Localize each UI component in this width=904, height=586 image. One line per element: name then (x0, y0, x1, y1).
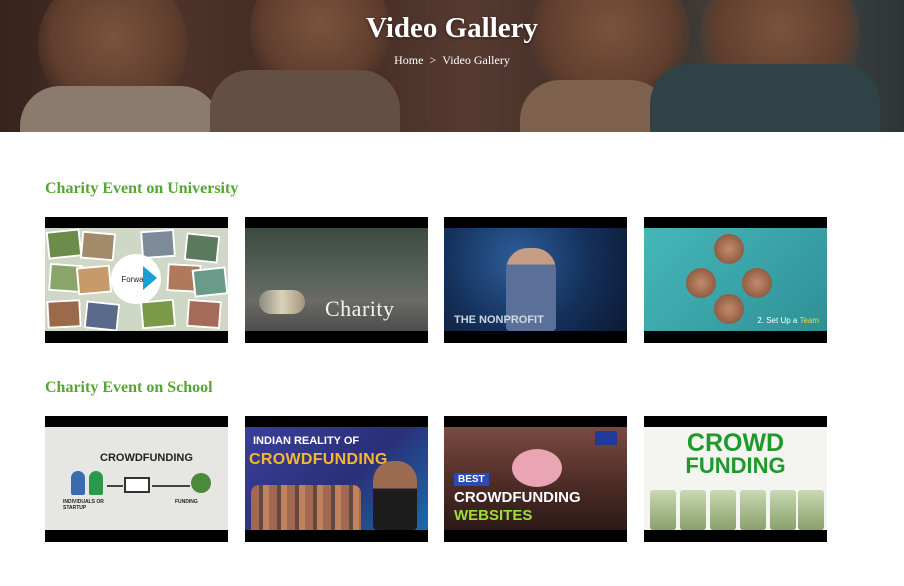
breadcrumb-current: Video Gallery (442, 53, 510, 67)
video-overlay-text: CROWDFUNDING (100, 452, 193, 464)
video-thumbnail[interactable]: CROWDFUNDING INDIVIDUALS OR STARTUP FUND… (45, 416, 228, 542)
video-thumbnail[interactable]: Forward (45, 217, 228, 343)
breadcrumb-separator: > (429, 53, 437, 67)
section-title-school: Charity Event on School (45, 379, 213, 396)
video-caption: 2. Set Up a Team (757, 316, 819, 325)
section-title-university: Charity Event on University (45, 180, 239, 197)
video-thumbnail[interactable]: THE NONPROFIT (444, 217, 627, 343)
presenter-figure (373, 461, 417, 530)
video-thumbnail[interactable]: Charity (245, 217, 428, 343)
breadcrumb-home-link[interactable]: Home (394, 53, 423, 68)
video-badge: BEST (454, 473, 489, 486)
tin-can-image (259, 290, 305, 314)
hero-banner: Video Gallery Home > Video Gallery (0, 0, 904, 132)
video-thumbnail[interactable]: INDIAN REALITY OF CROWDFUNDING (245, 416, 428, 542)
forward-arrow-icon (143, 266, 157, 290)
piggy-bank-image (512, 449, 562, 487)
video-overlay-text: CROWDFUNDING (249, 451, 388, 468)
video-overlay-text: INDIAN REALITY OF (253, 435, 360, 447)
money-bag-icon (191, 473, 211, 493)
video-thumbnail[interactable]: CROWD FUNDING (644, 416, 827, 542)
page-title: Video Gallery (365, 12, 539, 44)
video-thumbnail[interactable]: BEST CROWDFUNDING WEBSITES (444, 416, 627, 542)
video-overlay-text: THE NONPROFIT (454, 314, 544, 326)
video-overlay-text: FUNDING (685, 453, 786, 478)
breadcrumb: Home > Video Gallery (0, 53, 904, 68)
video-overlay-text: Charity (325, 296, 395, 321)
video-overlay-text: CROWDFUNDING (454, 489, 581, 506)
laptop-icon (124, 477, 150, 493)
video-thumbnail[interactable]: 2. Set Up a Team (644, 217, 827, 343)
channel-logo (595, 431, 617, 445)
video-overlay-text: WEBSITES (454, 507, 533, 524)
forward-logo: Forward (111, 254, 161, 304)
crowd-illustration (251, 485, 361, 530)
